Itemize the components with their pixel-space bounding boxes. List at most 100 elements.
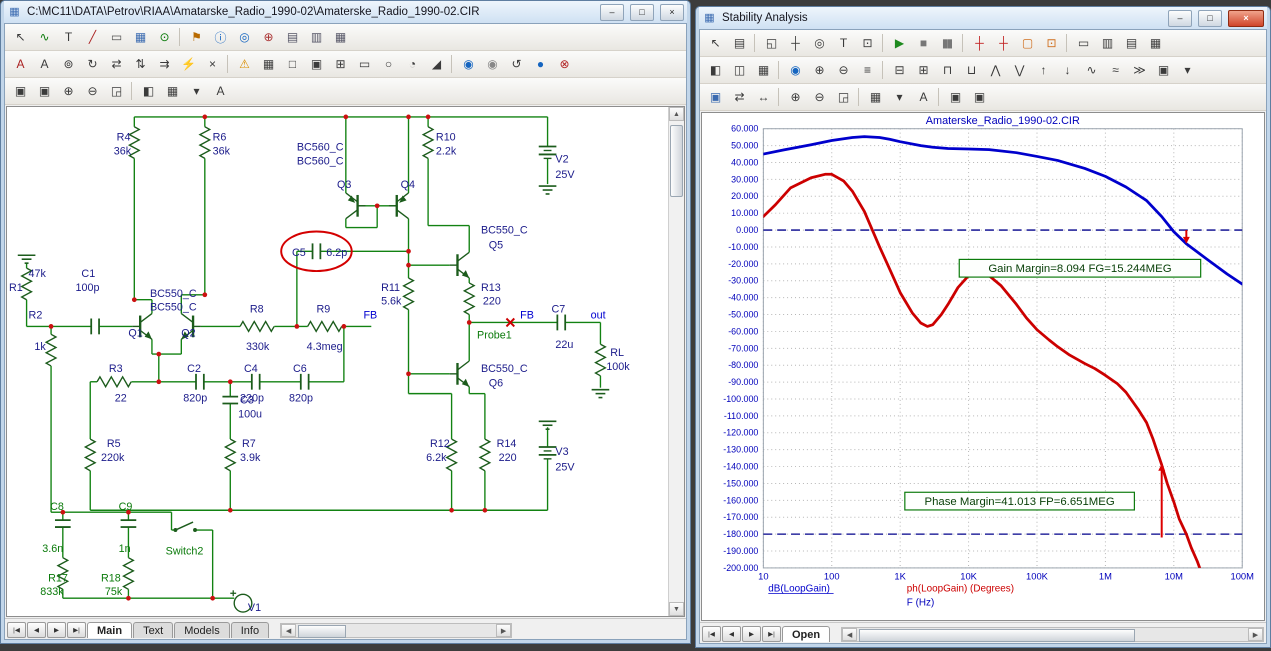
copy-page-button[interactable]: ▣: [32, 80, 55, 102]
flag-mode-button[interactable]: ⚑: [184, 26, 207, 48]
go-bottom-button[interactable]: ⊔: [959, 59, 982, 81]
attribute-text-button[interactable]: A: [8, 53, 31, 75]
grid-dropdown-button[interactable]: ▾: [887, 86, 910, 108]
global-high-button[interactable]: ↑: [1031, 59, 1054, 81]
split-half-button[interactable]: ◧: [703, 59, 726, 81]
tab-nav-next[interactable]: ▶: [742, 626, 761, 642]
probe-mode-button[interactable]: ⊙: [152, 26, 175, 48]
split-stack-button[interactable]: ◫: [727, 59, 750, 81]
analysis-plot[interactable]: 60.00050.00040.00030.00020.00010.0000.00…: [702, 113, 1264, 620]
minimize-button[interactable]: –: [1168, 10, 1192, 27]
resistor-symbol[interactable]: [404, 278, 414, 310]
resistor-symbol[interactable]: [240, 321, 274, 331]
zoom-rectangle-button[interactable]: ◱: [759, 32, 782, 54]
scroll-left-icon[interactable]: ◀: [281, 624, 296, 637]
search-button[interactable]: ◉: [783, 59, 806, 81]
global-low-button[interactable]: ↓: [1055, 59, 1078, 81]
tab-nav-prev[interactable]: ◀: [27, 622, 46, 638]
zoom-out-button[interactable]: ⊖: [831, 59, 854, 81]
resistor-symbol[interactable]: [423, 127, 433, 159]
more-options-button[interactable]: ▾: [1175, 59, 1198, 81]
copy-to-clipboard-button[interactable]: ▣: [8, 80, 31, 102]
camera-button[interactable]: ◧: [136, 80, 159, 102]
format-button[interactable]: ▣: [703, 86, 726, 108]
select-mode-button[interactable]: ↖: [8, 26, 31, 48]
vertical-scroll-track[interactable]: [669, 121, 684, 602]
grid-select-button[interactable]: ▦: [863, 86, 886, 108]
scrollbar-thumb[interactable]: [298, 625, 346, 638]
legend-gain[interactable]: dB(LoopGain): [768, 584, 830, 595]
right-cursor-button[interactable]: ┼: [991, 32, 1014, 54]
tab-nav-prev[interactable]: ◀: [722, 626, 741, 642]
close-file-button[interactable]: ⊗: [552, 53, 575, 75]
legend-phase[interactable]: ph(LoopGain) (Degrees): [907, 584, 1014, 595]
resistor-symbol[interactable]: [46, 334, 56, 366]
grid-dropdown-button[interactable]: ▾: [184, 80, 207, 102]
copy-graph-button[interactable]: ▣: [943, 86, 966, 108]
tab-main[interactable]: Main: [87, 622, 132, 638]
zoom-area-button[interactable]: ◲: [104, 80, 127, 102]
font-button[interactable]: A: [911, 86, 934, 108]
data-points-button[interactable]: ⊡: [855, 32, 878, 54]
ruler-button[interactable]: ↔: [751, 86, 774, 108]
slope-button[interactable]: ∿: [1079, 59, 1102, 81]
border-region-button[interactable]: ⊞: [328, 53, 351, 75]
flip-horizontal-button[interactable]: ⇄: [104, 53, 127, 75]
zoom-in-button[interactable]: ⊕: [783, 86, 806, 108]
wire-mode-button[interactable]: ∿: [32, 26, 55, 48]
help-mode-button[interactable]: ◎: [232, 26, 255, 48]
fuse-button[interactable]: ⚡: [176, 53, 199, 75]
zoom-out-button[interactable]: ⊖: [807, 86, 830, 108]
close-button[interactable]: ×: [660, 4, 684, 21]
analysis-window-titlebar[interactable]: ▦ Stability Analysis – □ ×: [699, 7, 1267, 29]
new-page-button[interactable]: □: [280, 53, 303, 75]
scroll-right-icon[interactable]: ▶: [496, 624, 511, 637]
resistor-symbol[interactable]: [124, 558, 134, 590]
arc-shape-button[interactable]: ◔: [400, 53, 423, 75]
text-mode-button[interactable]: T: [56, 26, 79, 48]
schematic-canvas[interactable]: R436kR636kBC560_CBC560_CR102.2kV225VQ3Q4…: [7, 107, 669, 616]
resistor-symbol[interactable]: [200, 127, 210, 159]
grid-text-button[interactable]: A: [32, 53, 55, 75]
accumulate-plots-button[interactable]: ⊡: [1039, 32, 1062, 54]
find-next-button[interactable]: ◉: [480, 53, 503, 75]
repeat-last-button[interactable]: ↺: [504, 53, 527, 75]
valley-button[interactable]: ⋁: [1007, 59, 1030, 81]
overlay-plots-button[interactable]: ▦: [751, 59, 774, 81]
tab-info[interactable]: Info: [231, 622, 269, 638]
run-button[interactable]: ▶: [887, 32, 910, 54]
horizontal-scroll-track[interactable]: [857, 628, 1248, 641]
tab-text[interactable]: Text: [133, 622, 173, 638]
pause-button[interactable]: ▮▮: [935, 32, 958, 54]
horizontal-scrollbar[interactable]: ◀ ▶: [280, 623, 512, 638]
zoom-out-button[interactable]: ⊖: [80, 80, 103, 102]
find-button[interactable]: ◉: [456, 53, 479, 75]
exchange-scales-button[interactable]: ⇄: [727, 86, 750, 108]
close-button[interactable]: ×: [1228, 10, 1264, 27]
picture-mode-button[interactable]: ▦: [128, 26, 151, 48]
rotate-button[interactable]: ↻: [80, 53, 103, 75]
point-tag-button[interactable]: ◎: [807, 32, 830, 54]
warning-button[interactable]: ⚠: [232, 53, 255, 75]
vertical-scrollbar[interactable]: ▲ ▼: [668, 107, 684, 616]
tab-models[interactable]: Models: [174, 622, 229, 638]
resistor-symbol[interactable]: [225, 439, 235, 471]
tab-nav-first[interactable]: |◀: [7, 622, 26, 638]
line-mode-button[interactable]: ╱: [80, 26, 103, 48]
clip-mode-button[interactable]: ▢: [1015, 32, 1038, 54]
plot-layout-button[interactable]: ▥: [1095, 32, 1118, 54]
go-top-button[interactable]: ⊓: [935, 59, 958, 81]
maximize-button[interactable]: □: [1198, 10, 1222, 27]
horizontal-scroll-track[interactable]: [296, 624, 496, 637]
tab-open[interactable]: Open: [782, 626, 830, 642]
diagonal-shape-button[interactable]: ◢: [424, 53, 447, 75]
tab-nav-first[interactable]: |◀: [702, 626, 721, 642]
cut-button[interactable]: ×: [200, 53, 223, 75]
zoom-in-button[interactable]: ⊕: [807, 59, 830, 81]
component-link-button[interactable]: ⊕: [256, 26, 279, 48]
select-mode-button[interactable]: ↖: [703, 32, 726, 54]
scroll-right-icon[interactable]: ▶: [1248, 628, 1263, 641]
resistor-symbol[interactable]: [464, 283, 474, 315]
maximize-button[interactable]: □: [630, 4, 654, 21]
help-topics-button[interactable]: ●: [528, 53, 551, 75]
